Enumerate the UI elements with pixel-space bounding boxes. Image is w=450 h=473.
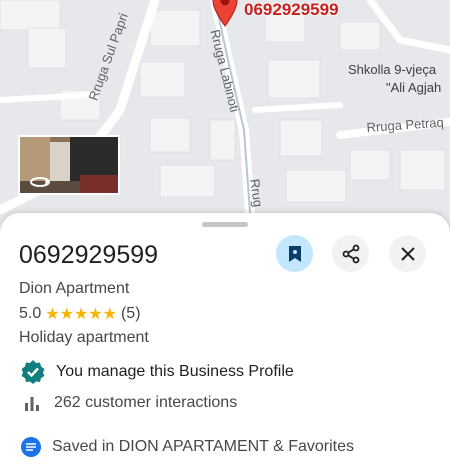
rating-value: 5.0	[19, 305, 42, 322]
customer-interactions-row[interactable]: 262 customer interactions	[20, 393, 237, 413]
street-view-thumbnail[interactable]	[18, 135, 120, 195]
manage-profile-row[interactable]: You manage this Business Profile	[20, 359, 294, 385]
place-title: 0692929599	[19, 241, 159, 269]
bookmark-icon	[288, 245, 301, 262]
save-button[interactable]	[276, 235, 313, 272]
bar-chart-icon	[25, 397, 39, 411]
place-details-sheet[interactable]: 0692929599 Dion Apartment 5.0 ★★★★★ (5) …	[0, 213, 450, 473]
map-pin-label: 0692929599	[244, 0, 339, 19]
place-category: Holiday apartment	[19, 329, 149, 346]
saved-lists-text: Saved in DION APARTAMENT & Favorites	[52, 438, 355, 455]
place-label-school-line1[interactable]: Shkolla 9-vjeça	[348, 62, 436, 77]
sheet-drag-handle[interactable]	[202, 222, 248, 227]
place-label-school-line2[interactable]: "Ali Agjah	[386, 80, 441, 95]
share-icon	[342, 244, 359, 263]
map-pin-icon[interactable]	[211, 0, 239, 28]
customer-interactions-text: 262 customer interactions	[54, 394, 238, 411]
street-view-360-icon	[30, 177, 50, 187]
share-button[interactable]	[332, 235, 369, 272]
manage-profile-text: You manage this Business Profile	[56, 363, 294, 380]
rating-row[interactable]: 5.0 ★★★★★ (5)	[19, 304, 141, 324]
business-name: Dion Apartment	[19, 280, 130, 297]
saved-lists-row[interactable]: Saved in DION APARTAMENT & Favorites	[20, 436, 354, 458]
star-rating-icon: ★★★★★	[45, 306, 117, 323]
map-view[interactable]: Rruga Sul Papri Rruga Labinoti Rruga Pet…	[0, 0, 450, 240]
close-button[interactable]	[389, 235, 426, 272]
verified-badge-icon	[21, 360, 45, 384]
close-icon	[400, 246, 415, 261]
review-count: (5)	[120, 305, 141, 322]
saved-list-icon	[21, 437, 41, 457]
